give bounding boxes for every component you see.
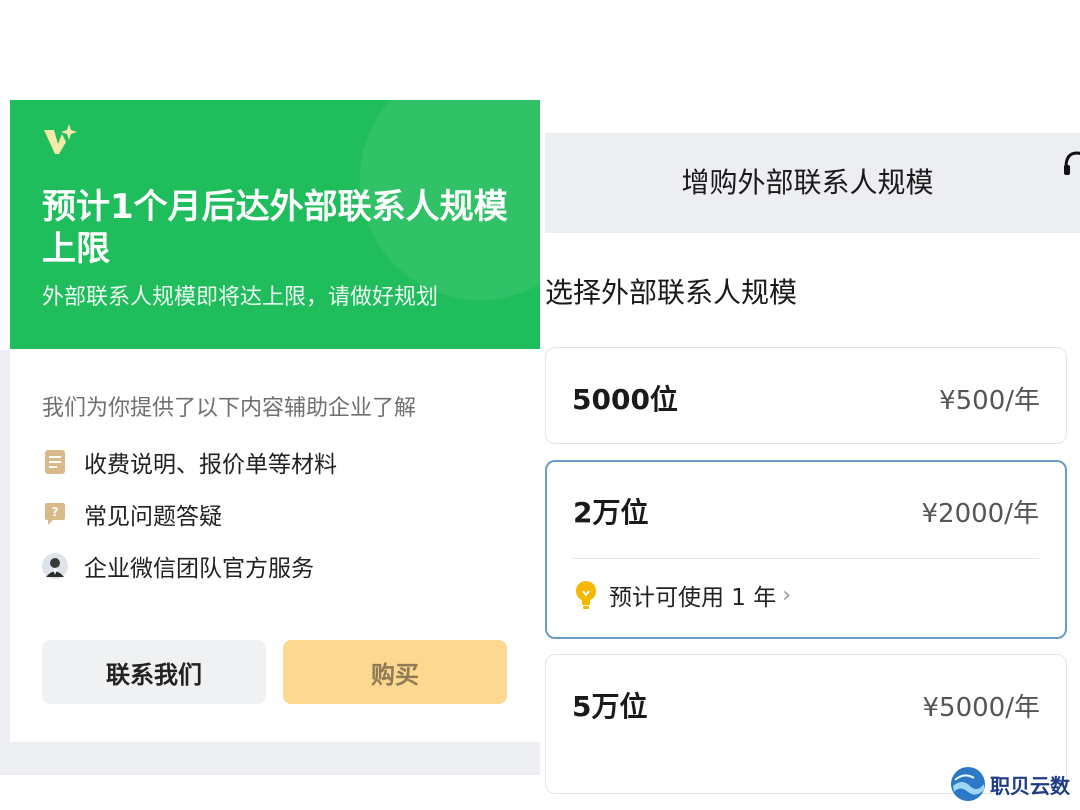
scale-option-5000[interactable]: 5000位 ¥500/年 <box>545 347 1067 444</box>
contact-us-button[interactable]: 联系我们 <box>42 640 266 704</box>
option-name: 5万位 <box>572 690 648 723</box>
svg-text:?: ? <box>52 505 59 519</box>
document-icon <box>42 449 68 475</box>
dialog-header: 预计1个月后达外部联系人规模上限 外部联系人规模即将达上限，请做好规划 <box>10 100 540 349</box>
headset-icon[interactable] <box>1063 147 1080 181</box>
buy-button[interactable]: 购买 <box>283 640 507 704</box>
background-strip <box>10 742 540 775</box>
usage-estimate-link[interactable]: 预计可使用 1 年 › <box>573 578 791 612</box>
dialog-subtitle: 外部联系人规模即将达上限，请做好规划 <box>42 285 439 310</box>
avatar <box>42 553 68 579</box>
option-price: ¥2000/年 <box>921 499 1039 529</box>
dialog-title: 预计1个月后达外部联系人规模上限 <box>42 187 508 269</box>
scale-option-20000[interactable]: 2万位 ¥2000/年 预计可使用 1 年 › <box>545 460 1067 639</box>
watermark-text: 职贝云数 <box>990 773 1070 798</box>
usage-estimate-text: 预计可使用 1 年 <box>609 585 777 611</box>
option-price: ¥500/年 <box>939 386 1040 416</box>
feature-item-materials[interactable]: 收费说明、报价单等材料 <box>42 446 337 478</box>
option-price: ¥5000/年 <box>922 693 1040 723</box>
option-name: 2万位 <box>573 496 649 529</box>
watermark-logo-icon <box>951 767 985 801</box>
option-name: 5000位 <box>572 383 678 416</box>
scale-limit-dialog: 预计1个月后达外部联系人规模上限 外部联系人规模即将达上限，请做好规划 我们为你… <box>10 100 540 742</box>
feature-item-official-service[interactable]: 企业微信团队官方服务 <box>42 550 314 582</box>
page-title: 增购外部联系人规模 <box>681 166 934 199</box>
nav-bar: 增购外部联系人规模 <box>545 133 1080 233</box>
intro-text: 我们为你提供了以下内容辅助企业了解 <box>42 396 417 421</box>
section-title: 选择外部联系人规模 <box>545 276 798 309</box>
chevron-right-icon: › <box>782 582 792 608</box>
feature-label: 收费说明、报价单等材料 <box>84 452 337 478</box>
question-icon: ? <box>42 501 68 527</box>
feature-label: 企业微信团队官方服务 <box>84 556 314 582</box>
background-strip <box>0 350 10 775</box>
lightbulb-icon <box>576 581 596 609</box>
feature-item-faq[interactable]: ? 常见问题答疑 <box>42 498 222 530</box>
divider <box>573 558 1039 559</box>
purchase-page: 增购外部联系人规模 选择外部联系人规模 5000位 ¥500/年 2万位 ¥20… <box>545 133 1080 810</box>
watermark: 职贝云数 <box>950 766 1070 802</box>
sparkle-logo-icon <box>44 124 77 154</box>
feature-label: 常见问题答疑 <box>84 504 222 530</box>
